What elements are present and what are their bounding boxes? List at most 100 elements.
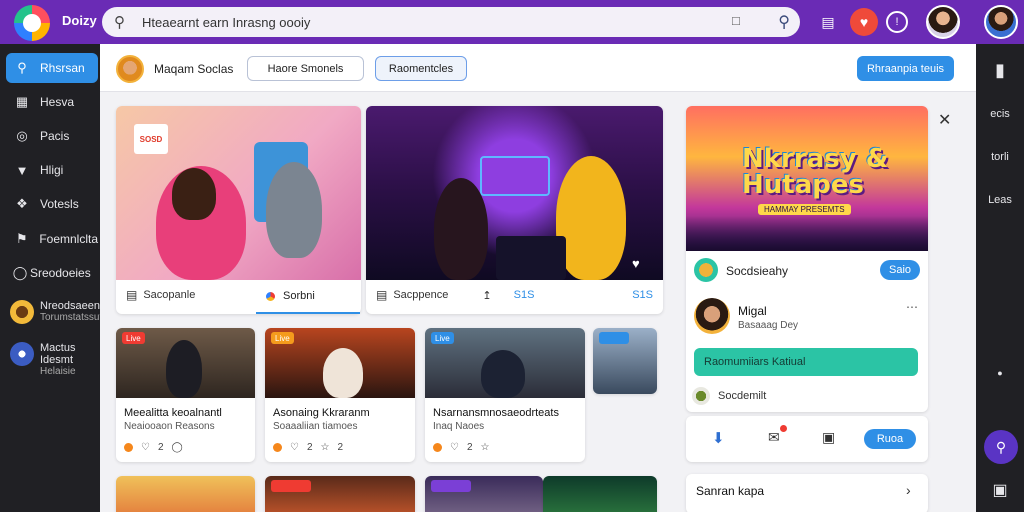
location-icon: ◯ (12, 265, 28, 280)
video-thumbnail[interactable]: SOSD (116, 106, 361, 280)
filter-pill[interactable]: Haore Smonels (247, 56, 364, 81)
sidebar-item-label: Sreodoeies (30, 266, 91, 280)
promo-title: Nkrrasy & Hutapes (742, 144, 889, 200)
user-avatar[interactable] (694, 298, 730, 334)
card-subtitle: Soaaaliian tiamoes (273, 421, 358, 432)
channel-avatar (10, 342, 34, 366)
live-badge: Live (122, 332, 145, 344)
bookmark-icon[interactable]: ▮ (976, 60, 1024, 81)
video-card[interactable]: Live Meealitta keoalnantl Neaiooaon Reas… (116, 328, 255, 462)
rail-item[interactable]: torli (976, 151, 1024, 163)
sidebar-item-label: Rhsrsan (40, 61, 85, 75)
card-subtitle: Neaiooaon Reasons (124, 421, 215, 432)
card-stat: S1S (513, 289, 535, 301)
card-subtitle: Inaq Naoes (433, 421, 485, 432)
more-options-icon[interactable]: ⋯ (906, 300, 918, 314)
search-input[interactable] (142, 12, 702, 32)
video-thumbnail[interactable]: Live (116, 328, 255, 398)
heart-icon[interactable]: ♥ (632, 256, 640, 271)
search-bar[interactable]: ⚲ □ ⚲ (102, 7, 800, 37)
person-figure (266, 162, 322, 258)
sidebar-item-label: Pacis (40, 129, 70, 143)
rail-item[interactable]: ecis (976, 108, 1024, 120)
video-card[interactable] (543, 476, 657, 512)
person-hair (172, 168, 216, 220)
person-figure (434, 178, 488, 280)
action-button[interactable]: Ruoa (864, 429, 916, 449)
sidebar-item-label: Hesva (40, 95, 75, 109)
follow-button[interactable]: Saio (880, 260, 920, 280)
video-card[interactable]: Live Nsarnansmnosaeodrteats Inaq Naoes ♡… (425, 328, 585, 462)
channel-sub: Helaisie (40, 366, 76, 377)
promo-banner-button[interactable]: Raomumiiars Katiual (694, 348, 918, 376)
section-title: Sanran kapa (696, 484, 765, 498)
upload-icon[interactable]: ▤ (814, 8, 842, 36)
like-icon[interactable]: ♡ (450, 442, 459, 453)
info-icon[interactable]: ! (886, 11, 908, 33)
like-icon[interactable]: ♡ (290, 442, 299, 453)
sidebar-item-votes[interactable]: ❖ Votesls (6, 189, 98, 219)
primary-action-button[interactable]: Rhraanpia teuis (857, 56, 954, 81)
sidebar-item-home[interactable]: ▦ Hesva (6, 87, 98, 117)
account-avatar[interactable] (984, 5, 1018, 39)
footer-avatar (692, 387, 710, 405)
sidebar-item-favorites[interactable]: ⚑ Foemnlclta (6, 224, 98, 254)
section-header[interactable]: Sanran kapa › (686, 474, 928, 512)
video-card[interactable] (116, 476, 255, 512)
live-badge: Live (431, 332, 454, 344)
sidebar-channel[interactable]: Nreodsaeeny Torumstatssutl (10, 300, 105, 324)
filter-pill-selected[interactable]: Raomentcles (375, 56, 467, 81)
video-thumbnail[interactable] (593, 328, 657, 394)
sidebar-item-highlights[interactable]: ▼ Hligi (6, 155, 98, 185)
sidebar-item-search[interactable]: ⚲ Rhsrsan (6, 53, 98, 83)
reaction-icon (124, 443, 133, 452)
share-icon[interactable]: ↥ (482, 289, 491, 302)
flag-icon: ⚑ (15, 231, 28, 246)
share-icon[interactable]: ☆ (321, 442, 330, 453)
promo-banner[interactable]: Nkrrasy & Hutapes HAMMAY PRESEMTS (686, 106, 928, 251)
video-card[interactable] (425, 476, 543, 512)
message-icon[interactable]: ✉ (768, 429, 780, 446)
sidebar-item-label: Votesls (40, 197, 79, 211)
reaction-icon (273, 443, 282, 452)
home-icon: ▦ (15, 94, 29, 109)
close-icon[interactable]: ✕ (938, 110, 951, 130)
notification-icon[interactable]: ♥ (850, 8, 878, 36)
table-shape (496, 236, 566, 280)
poster-badge: SOSD (134, 124, 168, 154)
tab-selected[interactable]: Sorbni (256, 280, 360, 314)
rail-item[interactable]: Leas (976, 194, 1024, 206)
camera-icon[interactable]: ▣ (822, 429, 835, 446)
video-card[interactable] (265, 476, 415, 512)
assistant-icon[interactable]: ⚲ (984, 430, 1018, 464)
video-thumbnail[interactable]: Live (425, 328, 585, 398)
footer-label: Socdemilt (718, 390, 767, 402)
dot-icon: ● (997, 368, 1003, 378)
download-icon[interactable]: ⬇ (712, 429, 725, 447)
sidebar-item-stories[interactable]: ◯ Sreodoeies (6, 258, 98, 288)
chevron-right-icon[interactable]: › (906, 482, 911, 498)
video-thumbnail[interactable]: Live (265, 328, 415, 398)
video-card[interactable] (593, 328, 657, 394)
user-avatar[interactable] (926, 5, 960, 39)
video-thumbnail[interactable]: ♥ (366, 106, 663, 280)
person-figure (323, 348, 363, 398)
sidebar-item-pages[interactable]: ◎ Pacis (6, 121, 98, 151)
crowd-silhouette (686, 216, 928, 251)
search-icon: ⚲ (114, 14, 125, 31)
card-title: Meealitta keoalnantl (124, 407, 222, 419)
image-search-icon[interactable]: □ (732, 13, 740, 28)
channel-avatar[interactable] (116, 55, 144, 83)
search-submit-icon[interactable]: ⚲ (778, 12, 790, 32)
share-icon[interactable]: ☆ (481, 442, 490, 453)
comment-icon[interactable]: ◯ (172, 442, 183, 453)
app-logo[interactable] (14, 5, 50, 41)
channel-name: Maqam Soclas (154, 62, 234, 76)
channel-name: Socdsieahy (726, 264, 789, 278)
video-card[interactable]: ♥ ▤ Sacppence ↥ S1S S1S (366, 106, 663, 314)
sidebar-channel[interactable]: Mactus Idesmt Helaisie (10, 342, 100, 378)
like-icon[interactable]: ♡ (141, 442, 150, 453)
live-badge: Live (271, 332, 294, 344)
video-card[interactable]: Live Asonaing Kkraranm Soaaaliian tiamoe… (265, 328, 415, 462)
camera-icon[interactable]: ▣ (976, 480, 1024, 500)
